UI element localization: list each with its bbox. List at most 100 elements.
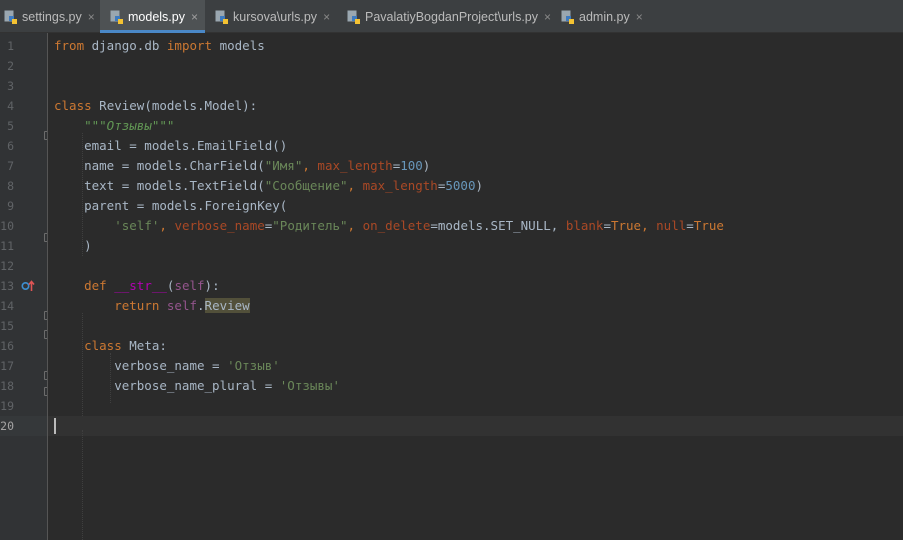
code-line-8: text = models.TextField("Сообщение", max… — [54, 176, 483, 196]
keyword-token: return — [114, 298, 160, 313]
code-line-16: class Meta: — [54, 336, 167, 356]
line-number: 19 — [0, 399, 14, 413]
line-number: 4 — [7, 99, 14, 113]
line-number: 18 — [0, 379, 14, 393]
code-line-11: ) — [54, 236, 92, 256]
tab-label: models.py — [128, 9, 185, 24]
string-token: 'self' — [114, 218, 160, 233]
python-file-icon — [215, 10, 228, 24]
self-token: self — [174, 278, 205, 293]
code-editor[interactable]: from django.db import models class Revie… — [48, 33, 903, 540]
code-token: ) — [54, 238, 92, 253]
keyword-token: class — [54, 98, 92, 113]
magic-method-token: __str__ — [114, 278, 167, 293]
code-line-1: from django.db import models — [54, 36, 265, 56]
code-line-18: verbose_name_plural = 'Отзывы' — [54, 376, 340, 396]
tab-close-icon[interactable]: × — [636, 10, 643, 24]
number-token: 5000 — [445, 178, 476, 193]
code-line-13: def __str__(self): — [54, 276, 220, 296]
line-number: 2 — [7, 59, 14, 73]
tab-close-icon[interactable]: × — [88, 10, 95, 24]
line-number: 10 — [0, 219, 14, 233]
tab-project-urls-py[interactable]: PavalatiyBogdanProject\urls.py × — [339, 0, 553, 33]
keyword-token: import — [166, 38, 213, 53]
tab-settings-py[interactable]: settings.py × — [0, 0, 99, 33]
code-token: email = models.EmailField() — [54, 138, 288, 153]
code-token: , — [347, 178, 363, 193]
code-token: name = models.CharField( — [54, 158, 265, 173]
code-token: Review(models.Model): — [91, 98, 258, 113]
python-file-icon — [110, 10, 123, 24]
tab-label: PavalatiyBogdanProject\urls.py — [365, 9, 539, 24]
tab-label: kursova\urls.py — [233, 9, 318, 24]
line-number: 1 — [7, 39, 14, 53]
line-number: 11 — [0, 239, 14, 253]
code-token: , — [159, 218, 175, 233]
code-token: text = models.TextField( — [54, 178, 265, 193]
kwarg-token: verbose_name — [174, 218, 265, 233]
kwarg-token: max_length — [317, 158, 393, 173]
tab-close-icon[interactable]: × — [544, 10, 551, 24]
code-line-14: return self.Review — [54, 296, 250, 316]
keyword-token: from — [54, 38, 85, 53]
line-number: 16 — [0, 339, 14, 353]
code-token: , — [302, 158, 318, 173]
highlighted-word-token: Review — [204, 298, 250, 313]
kwarg-token: null — [656, 218, 687, 233]
kwarg-token: blank — [565, 218, 604, 233]
code-token: models — [212, 38, 265, 53]
line-number: 9 — [7, 199, 14, 213]
editor-tab-bar: settings.py × models.py × kursova\urls.p… — [0, 0, 903, 33]
self-token: self — [166, 298, 198, 313]
code-token: ): — [204, 278, 220, 293]
keyword-token: True — [610, 218, 642, 233]
code-token: = — [603, 218, 611, 233]
string-token: "Родитель" — [272, 218, 348, 233]
line-number: 3 — [7, 79, 14, 93]
line-number: 17 — [0, 359, 14, 373]
line-number-gutter[interactable]: 1 2 3 4 5 6 7 8 9 10 11 12 13 14 15 16 1… — [0, 33, 51, 540]
keyword-token: def — [84, 278, 107, 293]
code-token: verbose_name = — [54, 358, 228, 373]
tab-close-icon[interactable]: × — [191, 10, 198, 24]
keyword-token: True — [693, 218, 724, 233]
line-number: 8 — [7, 179, 14, 193]
line-number: 7 — [7, 159, 14, 173]
python-file-icon — [4, 10, 17, 24]
tab-close-icon[interactable]: × — [323, 10, 330, 24]
code-token: django.db — [84, 38, 167, 53]
line-number: 14 — [0, 299, 14, 313]
code-token: = — [686, 218, 694, 233]
line-number: 5 — [7, 119, 14, 133]
tab-kursova-urls-py[interactable]: kursova\urls.py × — [205, 0, 339, 33]
code-line-7: name = models.CharField("Имя", max_lengt… — [54, 156, 430, 176]
code-token: ) — [422, 158, 431, 173]
string-token: "Имя" — [264, 158, 303, 173]
text-caret — [54, 418, 56, 434]
number-token: 100 — [400, 158, 423, 173]
code-line-6: email = models.EmailField() — [54, 136, 287, 156]
tab-label: admin.py — [579, 9, 630, 24]
line-number: 15 — [0, 319, 14, 333]
line-number: 6 — [7, 139, 14, 153]
python-file-icon — [347, 10, 360, 24]
string-token: "Сообщение" — [264, 178, 348, 193]
code-token: , — [641, 218, 657, 233]
line-number: 13 — [0, 279, 14, 293]
current-line-highlight — [48, 416, 903, 436]
code-line-9: parent = models.ForeignKey( — [54, 196, 287, 216]
string-token: 'Отзыв' — [227, 358, 280, 373]
tab-models-py[interactable]: models.py × — [100, 0, 205, 33]
overrides-method-icon[interactable] — [21, 279, 35, 293]
indent-guide — [82, 430, 84, 540]
code-line-10: 'self', verbose_name = "Родитель", on_dele… — [54, 216, 724, 236]
code-token: =models.SET_NULL, — [430, 218, 566, 233]
code-line-17: verbose_name = 'Отзыв' — [54, 356, 280, 376]
code-line-4: class Review(models.Model): — [54, 96, 257, 116]
code-line-5: """Отзывы""" — [54, 116, 174, 136]
line-number-current: 20 — [0, 419, 14, 433]
kwarg-token: on_delete — [362, 218, 431, 233]
tab-admin-py[interactable]: admin.py × — [553, 0, 653, 33]
